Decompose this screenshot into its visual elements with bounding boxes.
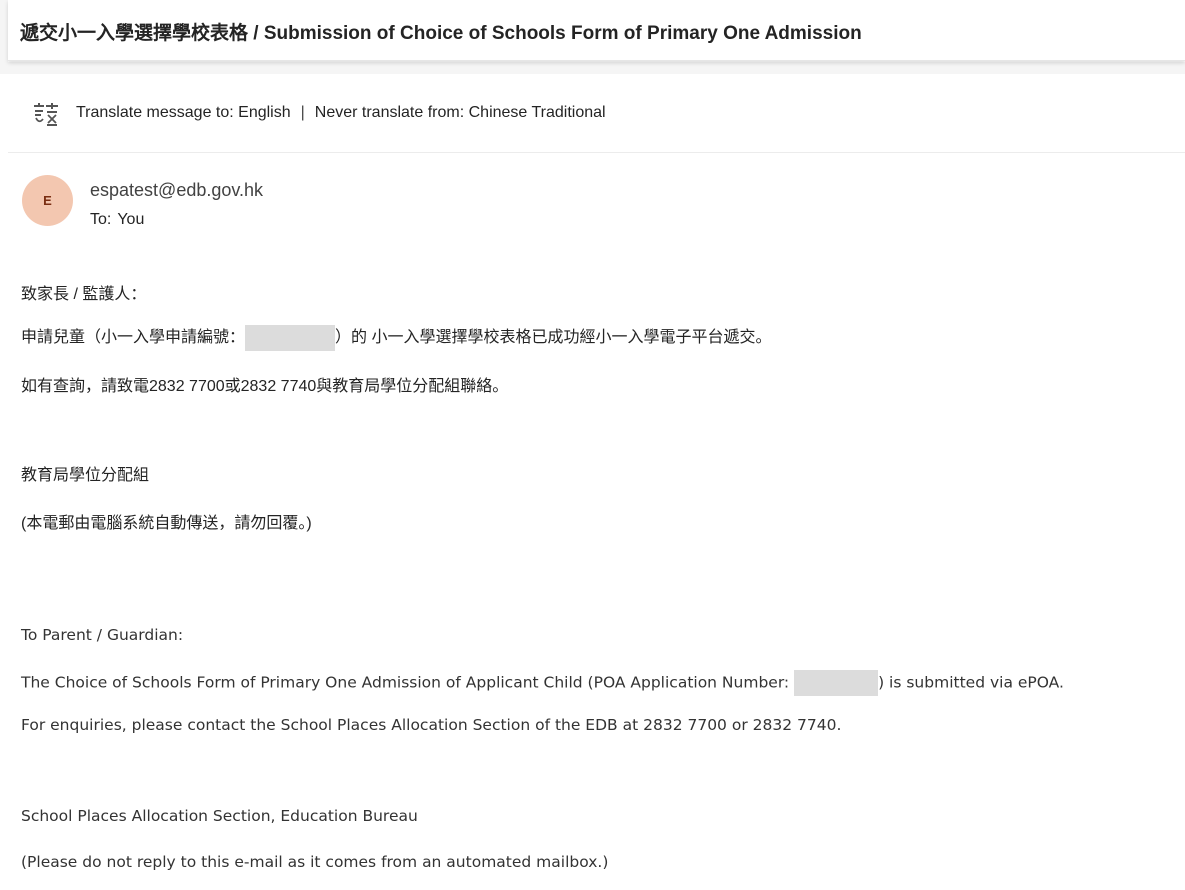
to-label: To: [90,211,112,228]
zh-line-1: 申請兒童（小一入學申請編號： ）的 小一入學選擇學校表格已成功經小一入學電子平台遞… [21,323,771,351]
never-translate-link[interactable]: Never translate from: Chinese Traditiona… [315,104,606,122]
zh-signoff: 教育局學位分配組 [21,467,150,484]
en-signoff: School Places Allocation Section, Educat… [21,807,418,825]
zh-greeting: 致家長 / 監護人： [21,286,147,303]
email-reading-pane: 遞交小一入學選擇學校表格 / Submission of Choice of S… [0,0,1185,890]
translate-options: Translate message to: English | Never tran… [76,104,606,122]
recipient-name[interactable]: You [117,211,144,228]
translate-message-link[interactable]: Translate message to: English [76,104,291,122]
en-line-1-end: ) is submitted via ePOA. [878,673,1064,692]
translate-separator: | [300,104,305,121]
zh-auto-note: (本電郵由電腦系統自動傳送，請勿回覆。) [21,515,312,532]
en-line-1-start: The Choice of Schools Form of Primary On… [21,673,795,692]
email-subject: 遞交小一入學選擇學校表格 / Submission of Choice of S… [20,23,862,44]
redacted-application-number [794,670,879,696]
recipient-line: To: You [90,211,144,229]
zh-line-2: 如有查詢，請致電2832 7700或2832 7740與教育局學位分配組聯絡。 [21,378,509,395]
zh-line-1-start: 申請兒童（小一入學申請編號： [21,329,246,346]
pane-gutter [0,0,8,74]
en-line-1: The Choice of Schools Form of Primary On… [21,670,1064,696]
translate-icon [32,103,60,127]
sender-email[interactable]: espatest@edb.gov.hk [90,180,263,201]
en-line-2: For enquiries, please contact the School… [21,716,842,734]
sender-avatar[interactable]: E [22,175,73,226]
zh-line-1-end: ）的 小一入學選擇學校表格已成功經小一入學電子平台遞交。 [335,329,772,346]
translate-bar: Translate message to: English | Never tran… [8,74,1185,153]
en-auto-note: (Please do not reply to this e-mail as i… [21,853,609,871]
en-greeting: To Parent / Guardian: [21,626,184,644]
pane-divider [8,62,1185,74]
subject-header: 遞交小一入學選擇學校表格 / Submission of Choice of S… [8,0,1185,61]
redacted-application-number [245,324,336,351]
